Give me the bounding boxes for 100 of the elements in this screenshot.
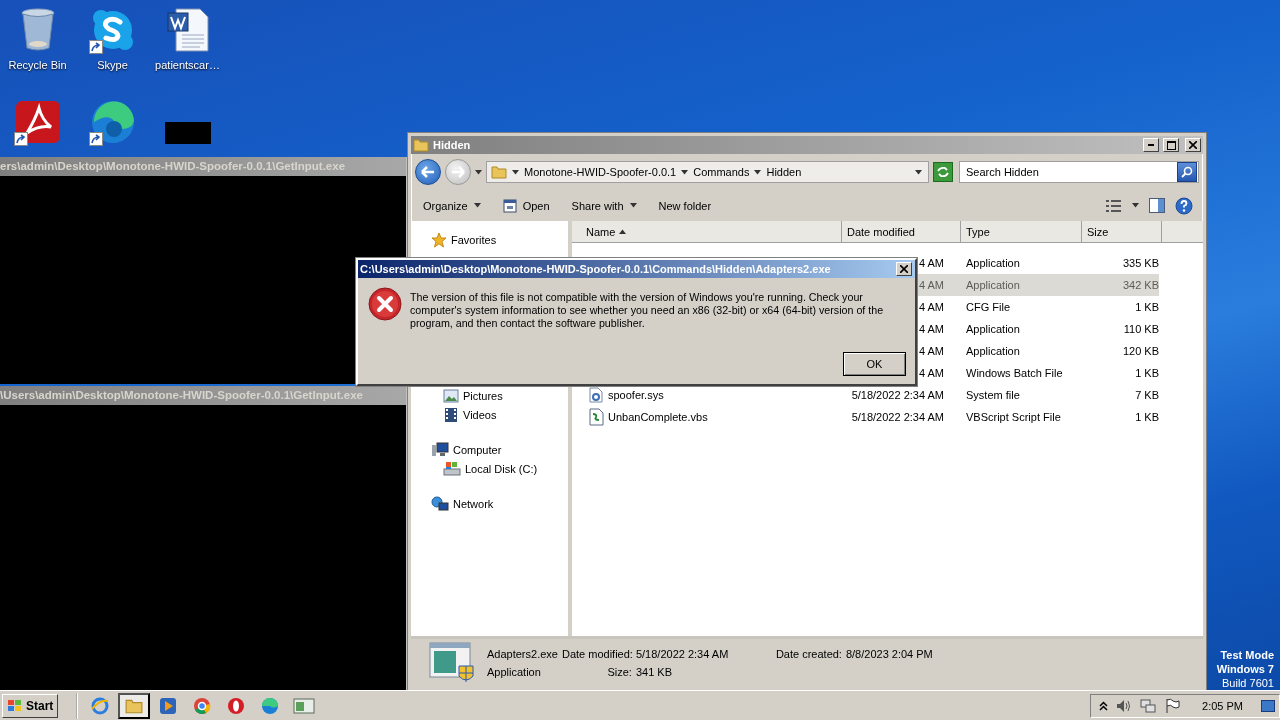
caret-icon: [629, 203, 637, 208]
file-type: Windows Batch File: [966, 367, 1063, 379]
pictures-icon: [443, 388, 459, 403]
help-icon[interactable]: [1175, 196, 1193, 215]
icon-label[interactable]: Recycle Bin: [8, 59, 67, 71]
search-box[interactable]: Search Hidden: [959, 161, 1199, 183]
network-icon[interactable]: [1140, 697, 1157, 714]
window-title: ers\admin\Desktop\Monotone-HWID-Spoofer-0.0.1\GetInput.exe: [0, 157, 406, 176]
search-field[interactable]: Search Hidden: [960, 162, 1177, 182]
breadcrumb[interactable]: Hidden: [766, 166, 802, 178]
recycle-bin-icon: [19, 8, 56, 52]
toolbar-button[interactable]: New folder: [650, 193, 720, 218]
icon-label[interactable]: patientscar…: [155, 59, 220, 71]
breadcrumb[interactable]: Commands: [693, 166, 750, 178]
sidebar-item[interactable]: Favorites: [411, 230, 568, 249]
window-icon: [293, 697, 316, 714]
detail-value: 341 KB: [635, 666, 674, 678]
film-icon: [443, 406, 459, 423]
back-button[interactable]: [415, 159, 441, 185]
file-row[interactable]: spoofer.sys 5/18/2022 2:34 AM System file 7 KB: [572, 384, 1159, 406]
sidebar-item[interactable]: Network: [411, 494, 568, 513]
file-type: CFG File: [966, 301, 1010, 313]
close-button[interactable]: [1185, 138, 1201, 152]
back-arrow-icon: [421, 166, 435, 178]
address-bar[interactable]: Monotone-HWID-Spoofer-0.0.1 Commands Hidden: [486, 161, 929, 183]
show-hidden-icons-icon[interactable]: [1099, 700, 1109, 711]
opera-icon: [227, 696, 246, 715]
file-date: 4 AM: [918, 257, 944, 269]
view-options-icon[interactable]: [1106, 199, 1122, 212]
redaction-block: [164, 122, 211, 144]
caret-icon: [473, 203, 481, 208]
folder-icon: [491, 164, 507, 180]
caret-icon: [754, 169, 762, 175]
shortcut-arrow-icon: [88, 40, 103, 54]
file-size: 7 KB: [1135, 389, 1159, 401]
taskbar-button[interactable]: [118, 692, 151, 719]
forward-arrow-icon: [451, 166, 465, 178]
file-type: Application: [966, 279, 1020, 291]
network-icon: [431, 495, 449, 512]
caret-icon: [1132, 203, 1139, 208]
file-size: 342 KB: [1122, 279, 1159, 291]
open-icon: [502, 198, 517, 213]
maximize-button[interactable]: [1163, 138, 1179, 152]
drive-icon: [443, 460, 461, 477]
toolbar-button[interactable]: Share with: [563, 193, 645, 218]
close-button[interactable]: [896, 262, 912, 276]
detail-label: Size:: [606, 666, 632, 678]
error-message: The version of this file is not compatible with the version of Windows you're running. Check your computer's system information to see whether you need an x86 (32-bit) or x64 (64-bit) version of the program, and then contact the software publisher.: [410, 291, 885, 331]
maximize-icon: [1166, 140, 1176, 150]
edge-icon: [89, 99, 136, 145]
file-name: UnbanComplete.vbs: [608, 411, 708, 423]
shortcut-arrow-icon: [13, 132, 28, 146]
file-date: 4 AM: [918, 323, 944, 335]
chrome-icon: [193, 696, 212, 715]
ok-button[interactable]: OK: [843, 352, 906, 376]
file-size: 1 KB: [1135, 367, 1159, 379]
dialog-title: C:\Users\admin\Desktop\Monotone-HWID-Spoofer-0.0.1\Commands\Hidden\Adapters2.exe: [360, 263, 832, 275]
start-button[interactable]: Start: [2, 693, 59, 718]
window-title: Hidden: [433, 139, 472, 151]
refresh-button[interactable]: [933, 162, 953, 182]
column-header[interactable]: Date modified: [842, 221, 961, 242]
caret-icon: [915, 169, 922, 175]
clock[interactable]: 2:05 PM: [1202, 699, 1243, 712]
globe-icon: [91, 696, 110, 715]
column-header[interactable]: Size: [1082, 221, 1162, 242]
close-icon: [1189, 141, 1197, 149]
detail-value: 8/8/2023 2:04 PM: [845, 648, 933, 660]
file-type: Application: [966, 257, 1020, 269]
file-date: 4 AM: [918, 345, 944, 357]
file-date: 4 AM: [918, 279, 944, 291]
script-file-icon: [588, 408, 604, 426]
edge-icon: [261, 696, 280, 715]
file-row[interactable]: UnbanComplete.vbs 5/18/2022 2:34 AM VBScript Script File 1 KB: [572, 406, 1159, 428]
toolbar-button[interactable]: Open: [494, 193, 558, 218]
sidebar-item[interactable]: Local Disk (C:): [411, 459, 568, 478]
close-icon: [900, 265, 908, 273]
speaker-icon[interactable]: [1116, 698, 1133, 713]
file-type: Application: [966, 345, 1020, 357]
column-header[interactable]: Name: [572, 221, 842, 242]
file-date: 5/18/2022 2:34 AM: [851, 411, 944, 423]
media-player-icon: [159, 696, 178, 715]
sidebar-item[interactable]: Computer: [411, 440, 568, 459]
show-desktop-icon[interactable]: [1261, 699, 1275, 712]
detail-label: Date modified:: [561, 648, 632, 660]
windows-logo-icon: [7, 698, 23, 713]
column-header[interactable]: Type: [961, 221, 1082, 242]
watermark-text: Build 7601: [1222, 676, 1274, 690]
folder-icon: [413, 137, 429, 153]
preview-pane-icon[interactable]: [1149, 198, 1165, 213]
computer-icon: [431, 441, 449, 458]
flag-icon[interactable]: [1164, 697, 1181, 714]
sidebar-item[interactable]: Videos: [411, 405, 568, 424]
icon-label[interactable]: Skype: [97, 59, 128, 71]
file-size: 110 KB: [1123, 323, 1159, 335]
toolbar-button[interactable]: Organize: [415, 193, 489, 218]
file-size: 120 KB: [1122, 345, 1159, 357]
minimize-button[interactable]: [1143, 138, 1159, 152]
breadcrumb[interactable]: Monotone-HWID-Spoofer-0.0.1: [524, 166, 677, 178]
sidebar-item[interactable]: Pictures: [411, 386, 568, 405]
search-button[interactable]: [1177, 162, 1197, 182]
